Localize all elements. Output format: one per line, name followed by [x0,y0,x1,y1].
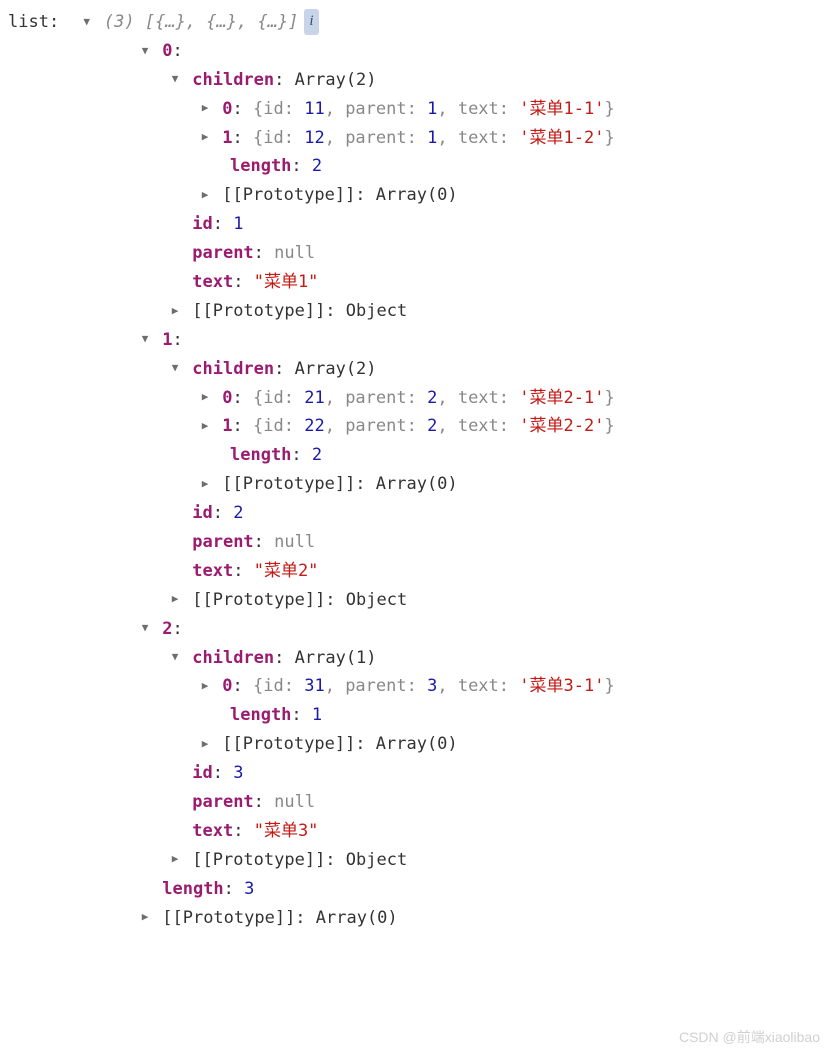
root-row[interactable]: list: (3) [{…}, {…}, {…}]i [8,8,826,37]
id-row: id: 3 [8,759,826,788]
expand-icon[interactable] [198,475,212,494]
text-row: text: "菜单2" [8,557,826,586]
expand-icon[interactable] [198,186,212,205]
prototype-row[interactable]: [[Prototype]]: Object [8,586,826,615]
expand-icon[interactable] [198,99,212,118]
prototype-row[interactable]: [[Prototype]]: Array(0) [8,470,826,499]
expand-icon[interactable] [168,359,182,378]
watermark: CSDN @前端xiaolibao [679,1026,820,1050]
length-row: length: 1 [8,701,826,730]
parent-row: parent: null [8,528,826,557]
length-row: length: 2 [8,441,826,470]
expand-icon[interactable] [168,590,182,609]
id-row: id: 1 [8,210,826,239]
expand-icon[interactable] [168,850,182,869]
child-object-row[interactable]: 1: {id: 22, parent: 2, text: '菜单2-2'} [8,412,826,441]
expand-icon[interactable] [198,735,212,754]
child-object-row[interactable]: 1: {id: 12, parent: 1, text: '菜单1-2'} [8,124,826,153]
info-icon[interactable]: i [304,9,318,35]
children-row[interactable]: children: Array(1) [8,644,826,673]
length-row: length: 2 [8,152,826,181]
expand-icon[interactable] [138,42,152,61]
expand-icon[interactable] [198,677,212,696]
expand-icon[interactable] [138,330,152,349]
expand-icon[interactable] [168,648,182,667]
children-row[interactable]: children: Array(2) [8,355,826,384]
array-index-row[interactable]: 2: [8,615,826,644]
length-row: length: 3 [8,875,826,904]
prototype-row[interactable]: [[Prototype]]: Object [8,846,826,875]
prototype-row[interactable]: [[Prototype]]: Array(0) [8,730,826,759]
expand-icon[interactable] [80,13,94,32]
expand-icon[interactable] [138,908,152,927]
text-row: text: "菜单1" [8,268,826,297]
array-index-row[interactable]: 0: [8,37,826,66]
text-row: text: "菜单3" [8,817,826,846]
expand-icon[interactable] [198,128,212,147]
children-row[interactable]: children: Array(2) [8,66,826,95]
child-object-row[interactable]: 0: {id: 11, parent: 1, text: '菜单1-1'} [8,95,826,124]
expand-icon[interactable] [168,302,182,321]
child-object-row[interactable]: 0: {id: 31, parent: 3, text: '菜单3-1'} [8,672,826,701]
expand-icon[interactable] [198,388,212,407]
parent-row: parent: null [8,239,826,268]
prototype-row[interactable]: [[Prototype]]: Array(0) [8,181,826,210]
array-index-row[interactable]: 1: [8,326,826,355]
prototype-row[interactable]: [[Prototype]]: Array(0) [8,904,826,933]
child-object-row[interactable]: 0: {id: 21, parent: 2, text: '菜单2-1'} [8,384,826,413]
prototype-row[interactable]: [[Prototype]]: Object [8,297,826,326]
expand-icon[interactable] [138,619,152,638]
id-row: id: 2 [8,499,826,528]
parent-row: parent: null [8,788,826,817]
expand-icon[interactable] [198,417,212,436]
expand-icon[interactable] [168,70,182,89]
